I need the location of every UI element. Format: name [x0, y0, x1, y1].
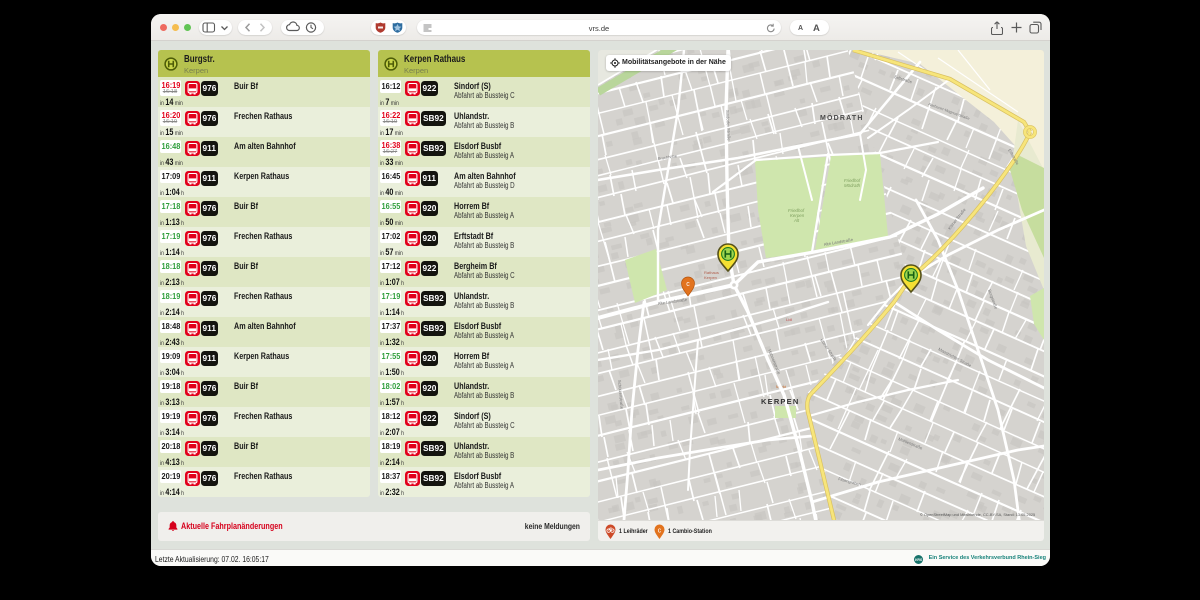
svg-text:c: c — [686, 281, 690, 288]
svg-text:Mödrath: Mödrath — [844, 183, 861, 188]
svg-text:Lidl: Lidl — [786, 317, 792, 322]
svg-text:Kerpen: Kerpen — [704, 275, 717, 280]
svg-text:© OpenStreetMap und Mitwirkend: © OpenStreetMap und Mitwirkende, CC-BY-S… — [920, 512, 1035, 517]
svg-text:Alt: Alt — [793, 218, 800, 223]
svg-text:KERPEN: KERPEN — [761, 397, 799, 406]
svg-text:c: c — [658, 527, 662, 534]
svg-text:MÖDRATH: MÖDRATH — [820, 113, 864, 122]
svg-text:VRS: VRS — [915, 558, 923, 562]
